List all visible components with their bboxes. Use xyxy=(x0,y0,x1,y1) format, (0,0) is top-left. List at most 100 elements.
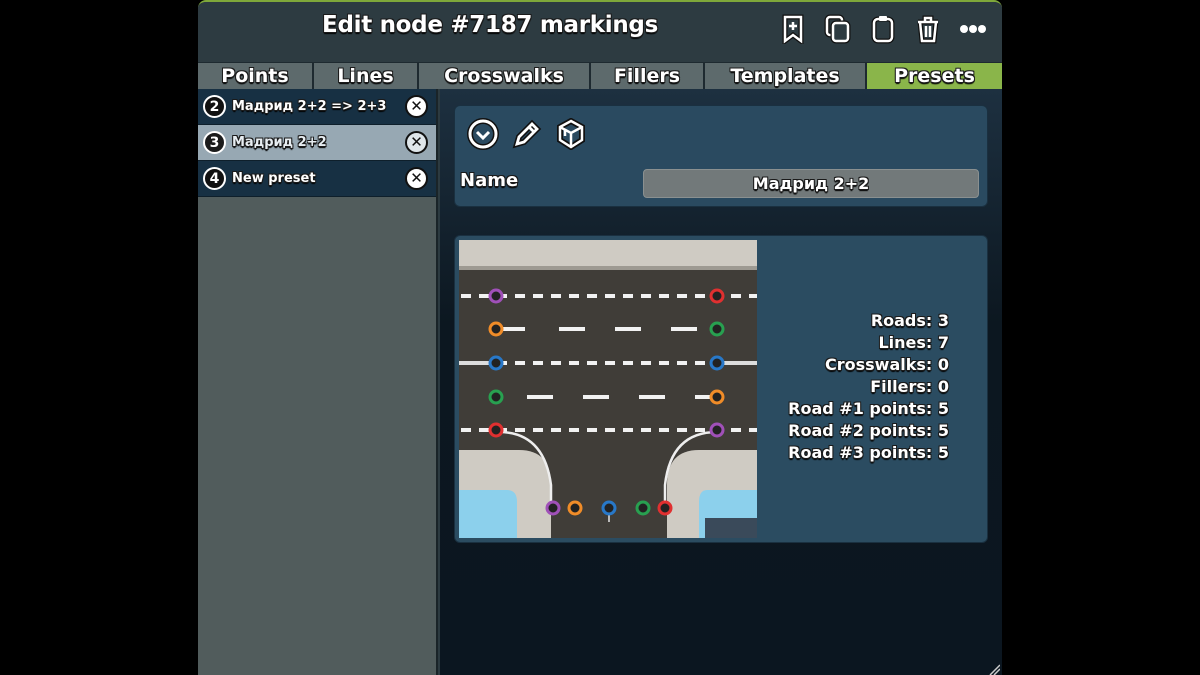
delete-preset-button[interactable]: ✕ xyxy=(405,95,428,118)
tab-lines[interactable]: Lines xyxy=(314,63,417,89)
stat-lines: Lines: 7 xyxy=(878,333,949,352)
preset-details: Name Мадрид 2+2 Roads: 3 Lines: 7 Crossw… xyxy=(440,89,1002,675)
dash-marking xyxy=(623,361,633,365)
dash-marking xyxy=(533,361,543,365)
preset-label: Мадрид 2+2 xyxy=(232,135,327,150)
paste-icon[interactable] xyxy=(866,12,900,46)
dash-marking xyxy=(605,428,615,432)
dash-marking xyxy=(695,294,705,298)
dash-marking xyxy=(587,294,597,298)
building-corner xyxy=(705,518,757,538)
dash-marking xyxy=(569,428,579,432)
resize-handle[interactable] xyxy=(988,663,1000,675)
dash-marking xyxy=(641,294,651,298)
dash-marking xyxy=(533,428,543,432)
dash-marking xyxy=(731,428,741,432)
dash-marking xyxy=(731,294,741,298)
dash-marking xyxy=(515,361,525,365)
stat-road1-points: Road #1 points: 5 xyxy=(788,399,949,418)
marking-point xyxy=(709,321,725,337)
dash-marking xyxy=(623,294,633,298)
trash-icon[interactable] xyxy=(911,12,945,46)
tab-templates[interactable]: Templates xyxy=(705,63,865,89)
dash-marking xyxy=(569,294,579,298)
preset-label: Мадрид 2+2 => 2+3 xyxy=(232,99,387,114)
dash-marking xyxy=(677,428,687,432)
preset-number: 4 xyxy=(203,167,226,190)
preset-list: 2 Мадрид 2+2 => 2+3 ✕ 3 Мадрид 2+2 ✕ 4 N… xyxy=(198,89,438,675)
dash-marking xyxy=(551,428,561,432)
edit-pencil-icon[interactable] xyxy=(511,118,543,150)
dash-marking xyxy=(615,327,641,331)
curb-top xyxy=(459,266,757,270)
preset-preview-panel: Roads: 3 Lines: 7 Crosswalks: 0 Fillers:… xyxy=(454,235,988,543)
dash-marking xyxy=(479,294,489,298)
delete-preset-button[interactable]: ✕ xyxy=(405,131,428,154)
copy-icon[interactable] xyxy=(821,12,855,46)
preset-item[interactable]: 4 New preset ✕ xyxy=(198,161,436,197)
dash-marking xyxy=(623,428,633,432)
dash-marking xyxy=(641,361,651,365)
add-bookmark-icon[interactable] xyxy=(776,12,810,46)
sidewalk-top xyxy=(459,240,757,268)
dash-marking xyxy=(587,361,597,365)
dash-marking xyxy=(515,428,525,432)
marking-point xyxy=(488,355,504,371)
dash-marking xyxy=(587,428,597,432)
dash-marking xyxy=(659,294,669,298)
marking-point xyxy=(488,288,504,304)
dash-marking xyxy=(569,361,579,365)
tab-bar: Points Lines Crosswalks Fillers Template… xyxy=(198,62,1002,89)
dash-marking xyxy=(533,294,543,298)
dash-marking xyxy=(551,294,561,298)
name-input[interactable]: Мадрид 2+2 xyxy=(643,169,979,198)
close-icon: ✕ xyxy=(410,133,423,151)
stat-crosswalks: Crosswalks: 0 xyxy=(825,355,949,374)
dash-marking xyxy=(605,361,615,365)
apply-icon[interactable] xyxy=(467,118,499,150)
dash-marking xyxy=(515,294,525,298)
dash-marking xyxy=(671,327,697,331)
marking-point xyxy=(709,355,725,371)
dash-marking xyxy=(479,428,489,432)
window-title: Edit node #7187 markings xyxy=(322,12,658,38)
preset-properties-panel: Name Мадрид 2+2 xyxy=(454,105,988,207)
more-icon[interactable] xyxy=(956,12,990,46)
marking-point xyxy=(709,288,725,304)
marking-point xyxy=(657,500,673,516)
marking-point xyxy=(488,422,504,438)
dash-marking xyxy=(639,395,665,399)
dash-marking xyxy=(749,428,757,432)
dash-marking xyxy=(605,294,615,298)
tab-crosswalks[interactable]: Crosswalks xyxy=(419,63,589,89)
stat-roads: Roads: 3 xyxy=(870,311,949,330)
dash-marking xyxy=(583,395,609,399)
intersection-preview-image xyxy=(459,240,757,538)
package-icon[interactable] xyxy=(555,117,587,151)
tab-fillers[interactable]: Fillers xyxy=(591,63,703,89)
dash-marking xyxy=(677,294,687,298)
tab-presets[interactable]: Presets xyxy=(867,63,1002,89)
preset-label: New preset xyxy=(232,171,316,186)
dash-marking xyxy=(659,361,669,365)
dash-marking xyxy=(461,294,471,298)
delete-preset-button[interactable]: ✕ xyxy=(405,167,428,190)
preset-item-selected[interactable]: 3 Мадрид 2+2 ✕ xyxy=(198,125,436,161)
tab-points[interactable]: Points xyxy=(198,63,312,89)
marking-point xyxy=(709,422,725,438)
water-left xyxy=(459,490,517,538)
dash-marking xyxy=(551,361,561,365)
close-icon: ✕ xyxy=(410,169,423,187)
preset-item[interactable]: 2 Мадрид 2+2 => 2+3 ✕ xyxy=(198,89,436,125)
dash-marking xyxy=(461,428,471,432)
marking-point xyxy=(488,389,504,405)
marking-point xyxy=(545,500,561,516)
header-toolbar xyxy=(776,12,990,46)
dash-marking xyxy=(527,395,553,399)
marking-point xyxy=(635,500,651,516)
stat-fillers: Fillers: 0 xyxy=(870,377,949,396)
window-header[interactable]: Edit node #7187 markings xyxy=(198,2,1002,62)
dash-marking xyxy=(641,428,651,432)
marking-point xyxy=(567,500,583,516)
close-icon: ✕ xyxy=(410,97,423,115)
